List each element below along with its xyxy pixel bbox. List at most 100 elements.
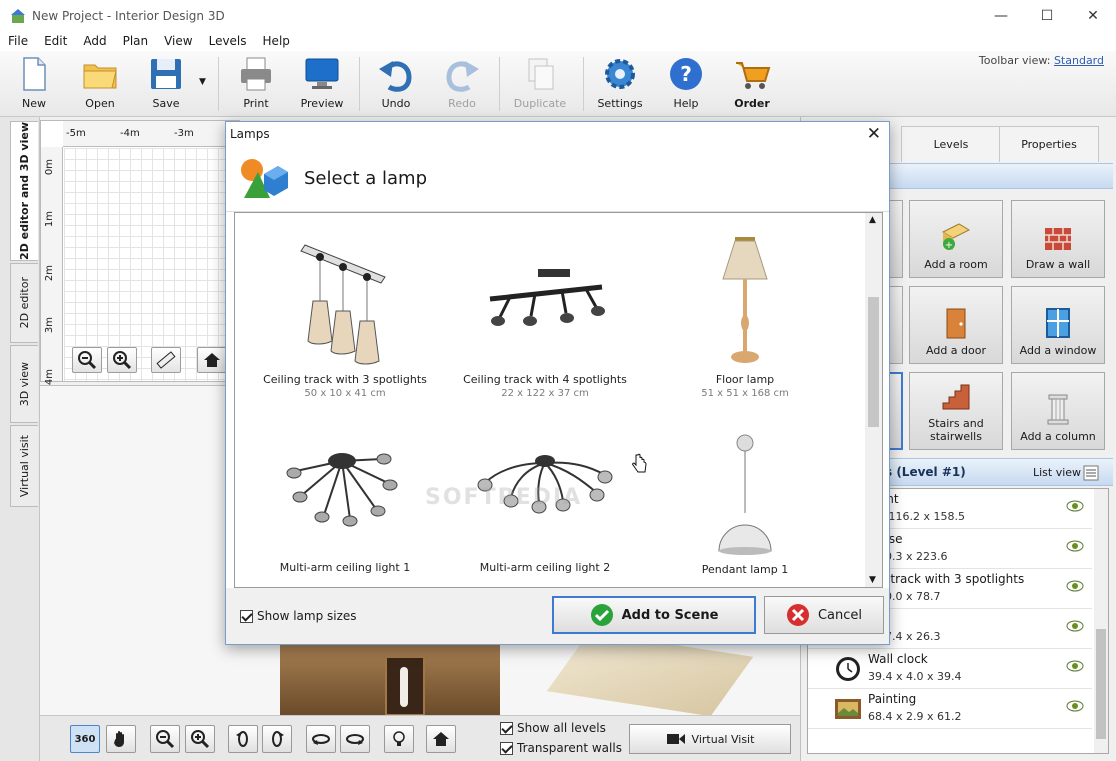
object-name: ing track with 3 spotlights xyxy=(868,572,1025,586)
rotate-360-button[interactable]: 360 xyxy=(70,725,100,753)
tab-properties[interactable]: Properties xyxy=(999,126,1099,162)
add-door-button[interactable]: Add a door xyxy=(909,286,1003,364)
scroll-up-arrow-icon[interactable]: ▲ xyxy=(869,215,876,225)
show-lamp-sizes-checkbox[interactable]: Show lamp sizes xyxy=(240,609,357,623)
rotate-360-label: 360 xyxy=(74,733,96,745)
scroll-down-arrow-icon[interactable]: ▼ xyxy=(869,575,876,585)
virtual-visit-button[interactable]: Virtual Visit xyxy=(629,724,791,754)
eye-icon[interactable] xyxy=(1066,700,1084,712)
save-button[interactable]: Save xyxy=(136,55,196,113)
menu-file[interactable]: File xyxy=(0,34,36,48)
lamp-item[interactable]: Ceiling track with 4 spotlights 22 x 122… xyxy=(445,237,645,399)
checkbox-box[interactable] xyxy=(240,609,253,623)
add-window-button[interactable]: Add a window xyxy=(1011,286,1105,364)
lamp-item[interactable]: Multi-arm ceiling light 1 xyxy=(245,445,445,574)
eye-icon[interactable] xyxy=(1066,660,1084,672)
add-room-button[interactable]: + Add a room xyxy=(909,200,1003,278)
zoom-in-icon xyxy=(191,730,210,749)
rotate-left-button[interactable] xyxy=(228,725,258,753)
ceiling-track-4-spotlights-icon xyxy=(489,269,605,326)
menu-edit[interactable]: Edit xyxy=(36,34,75,48)
close-window-button[interactable]: ✕ xyxy=(1070,0,1116,31)
lamp-item[interactable]: Floor lamp 51 x 51 x 168 cm xyxy=(645,237,845,399)
home-3d-button[interactable] xyxy=(426,725,456,753)
zoom-out-icon xyxy=(78,351,97,370)
preview-button[interactable]: Preview xyxy=(292,55,352,113)
list-view-toggle[interactable]: List view xyxy=(1033,466,1081,479)
save-dropdown-arrow-icon[interactable]: ▼ xyxy=(199,77,206,87)
floppy-disk-icon xyxy=(151,59,181,89)
object-dimensions: 68.4 x 2.9 x 61.2 xyxy=(868,710,962,723)
rotate-right-button[interactable] xyxy=(262,725,292,753)
orbit-left-button[interactable] xyxy=(306,725,336,753)
duplicate-label: Duplicate xyxy=(513,97,567,110)
ruler-vertical: 0m 1m 2m 3m 4m xyxy=(41,147,63,385)
new-button[interactable]: New xyxy=(4,55,64,113)
ruler-label: 1m xyxy=(44,211,55,228)
maximize-button[interactable]: ☐ xyxy=(1024,0,1070,31)
orbit-right-button[interactable] xyxy=(340,725,370,753)
tab-2d-editor-and-3d-view[interactable]: 2D editor and 3D view xyxy=(10,121,38,261)
zoom-out-button[interactable] xyxy=(72,347,102,373)
menu-add[interactable]: Add xyxy=(75,34,114,48)
zoom-out-3d-button[interactable] xyxy=(150,725,180,753)
ruler-icon xyxy=(156,351,176,369)
tab-3d-view[interactable]: 3D view xyxy=(10,345,38,423)
checkbox-box[interactable] xyxy=(500,741,513,755)
lighting-button[interactable] xyxy=(384,725,414,753)
zoom-in-button[interactable] xyxy=(107,347,137,373)
objects-scrollbar[interactable] xyxy=(1094,489,1108,753)
add-window-label: Add a window xyxy=(1019,344,1097,357)
eye-icon[interactable] xyxy=(1066,540,1084,552)
list-item[interactable]: Wall clock 39.4 x 4.0 x 39.4 xyxy=(808,649,1092,689)
dialog-close-button[interactable]: ✕ xyxy=(867,124,881,144)
eye-icon[interactable] xyxy=(1066,580,1084,592)
tab-2d-editor[interactable]: 2D editor xyxy=(10,263,38,343)
editor-2d[interactable]: -5m -4m -3m 0m 1m 2m 3m 4m xyxy=(40,120,240,385)
scrollbar-thumb[interactable] xyxy=(1096,629,1106,739)
duplicate-icon xyxy=(528,58,554,90)
measure-button[interactable] xyxy=(151,347,181,373)
eye-icon[interactable] xyxy=(1066,620,1084,632)
zoom-in-3d-button[interactable] xyxy=(185,725,215,753)
lamp-item[interactable]: Ceiling track with 3 spotlights 50 x 10 … xyxy=(245,237,445,399)
menu-help[interactable]: Help xyxy=(255,34,298,48)
pan-button[interactable] xyxy=(106,725,136,753)
redo-button[interactable]: Redo xyxy=(432,55,492,113)
list-item[interactable]: Painting 68.4 x 2.9 x 61.2 xyxy=(808,689,1092,729)
add-to-scene-button[interactable]: Add to Scene xyxy=(552,596,756,634)
draw-wall-button[interactable]: Draw a wall xyxy=(1011,200,1105,278)
minimize-button[interactable]: — xyxy=(978,0,1024,31)
lamp-item[interactable]: Pendant lamp 1 xyxy=(645,433,845,576)
menu-view[interactable]: View xyxy=(156,34,200,48)
menu-levels[interactable]: Levels xyxy=(201,34,255,48)
home-view-button[interactable] xyxy=(197,347,227,373)
stairs-button[interactable]: Stairs and stairwells xyxy=(909,372,1003,450)
order-button[interactable]: Order xyxy=(722,55,782,113)
undo-button[interactable]: Undo xyxy=(366,55,426,113)
help-button[interactable]: ? Help xyxy=(656,55,716,113)
list-view-icon[interactable] xyxy=(1083,465,1099,481)
toolbar-view-link[interactable]: Standard xyxy=(1054,54,1104,67)
add-room-icon: + xyxy=(941,223,971,251)
add-to-scene-label: Add to Scene xyxy=(621,607,719,623)
3d-controls-bar: 360 Show all levels Transparent walls Vi… xyxy=(40,715,804,761)
lamp-gallery-scrollbar[interactable]: ▲ ▼ xyxy=(865,213,882,587)
new-file-icon xyxy=(23,57,46,91)
show-all-levels-checkbox[interactable]: Show all levels xyxy=(500,721,606,735)
menu-plan[interactable]: Plan xyxy=(115,34,157,48)
ruler-label: 0m xyxy=(44,159,55,176)
print-button[interactable]: Print xyxy=(226,55,286,113)
settings-button[interactable]: Settings xyxy=(590,55,650,113)
tab-virtual-visit[interactable]: Virtual visit xyxy=(10,425,38,507)
eye-icon[interactable] xyxy=(1066,500,1084,512)
add-column-button[interactable]: Add a column xyxy=(1011,372,1105,450)
open-button[interactable]: Open xyxy=(70,55,130,113)
duplicate-button[interactable]: Duplicate xyxy=(510,55,570,113)
transparent-walls-checkbox[interactable]: Transparent walls xyxy=(500,741,622,755)
scrollbar-thumb[interactable] xyxy=(868,297,879,427)
tab-levels-label: Levels xyxy=(933,138,969,151)
cancel-button[interactable]: Cancel xyxy=(764,596,884,634)
checkbox-box[interactable] xyxy=(500,721,513,735)
tab-levels[interactable]: Levels xyxy=(901,126,1001,162)
